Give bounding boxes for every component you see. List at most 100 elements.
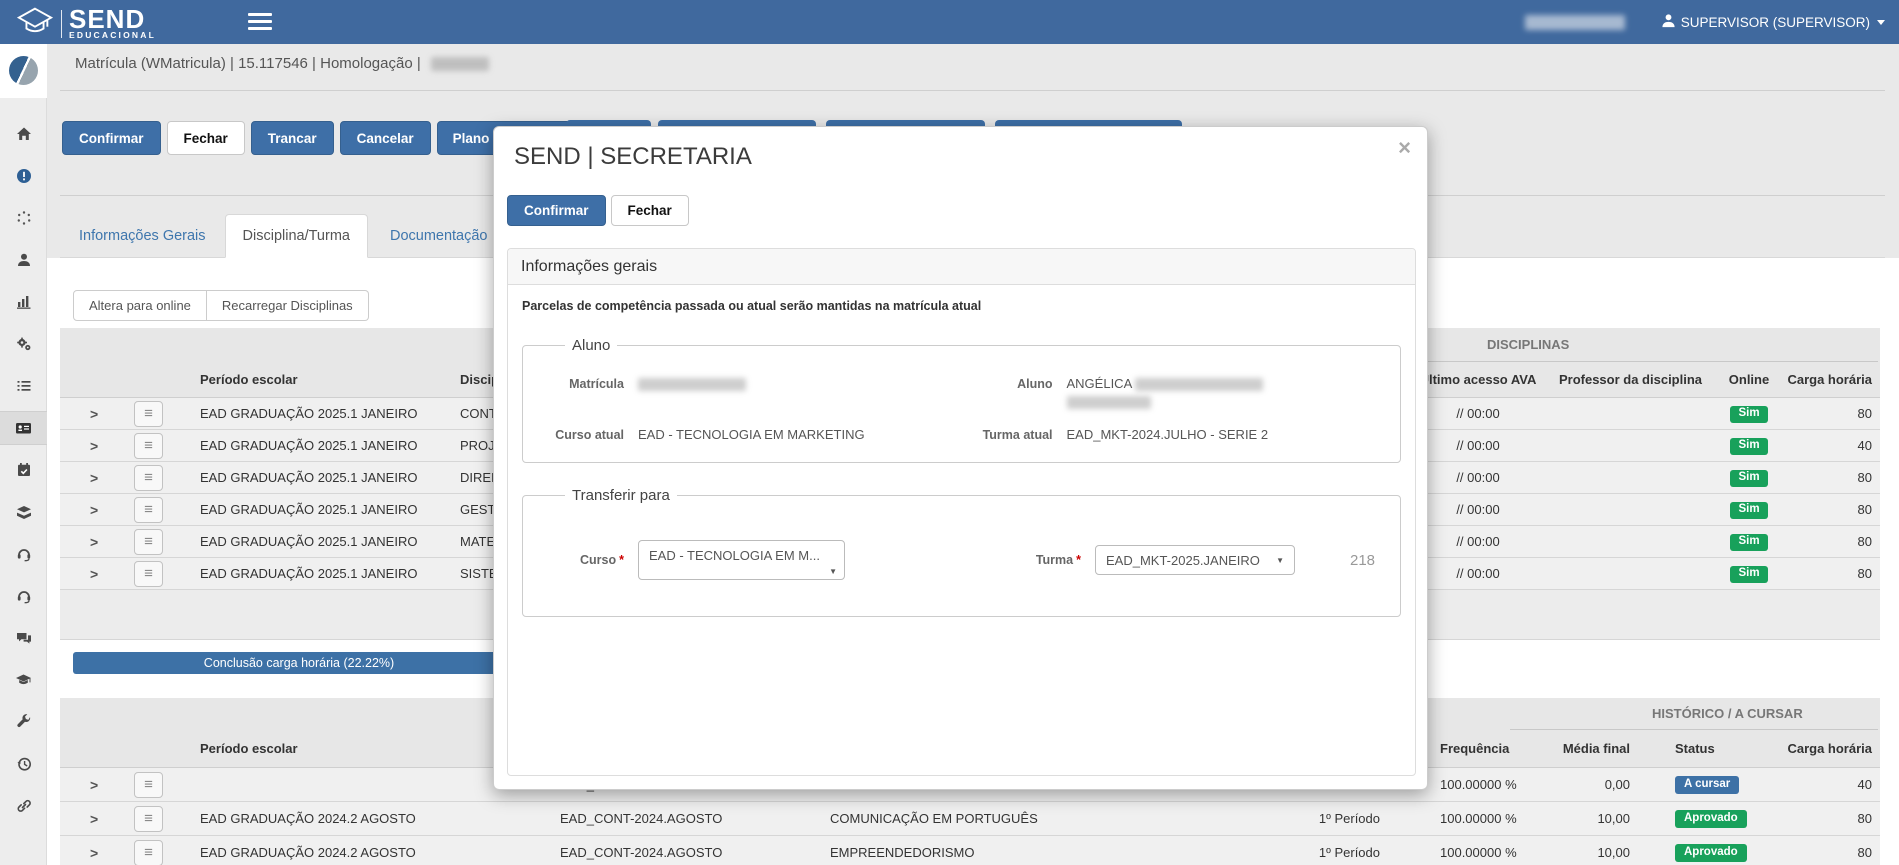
parcelas-message: Parcelas de competência passada ou atual… <box>522 299 1401 313</box>
sidebar-item-wrench[interactable] <box>0 705 47 739</box>
cell-frequencia: 100.00000 % <box>1380 845 1520 860</box>
online-badge: Sim <box>1730 566 1767 583</box>
divider <box>1428 361 1878 362</box>
online-badge: Sim <box>1730 438 1767 455</box>
confirmar-button[interactable]: Confirmar <box>62 121 161 155</box>
cell-periodo-escolar: EAD GRADUAÇÃO 2025.1 JANEIRO <box>200 470 460 485</box>
wrench-icon <box>16 714 32 730</box>
sidebar-item-headset[interactable] <box>0 537 47 571</box>
cell-media-final: 10,00 <box>1520 845 1630 860</box>
menu-hamburger-icon[interactable] <box>248 13 272 34</box>
home-icon <box>16 126 32 142</box>
aluno-fieldset: Aluno Matrícula Aluno ANGÉLICA <box>522 337 1401 463</box>
sidebar-item-calendar-check[interactable] <box>0 453 47 487</box>
sidebar-item-history[interactable] <box>0 747 47 781</box>
modal-title: SEND | SECRETARIA <box>514 143 752 171</box>
cell-turma: EAD_CONT-2024.AGOSTO <box>560 811 830 826</box>
sidebar-item-graduation-cap[interactable] <box>0 663 47 697</box>
app-logo-icon[interactable] <box>9 56 38 85</box>
cell-carga-horaria: 40 <box>1780 777 1880 792</box>
redacted-breadcrumb-text <box>431 57 489 71</box>
row-menu-button[interactable]: ≡ <box>134 401 163 427</box>
expand-chevron-icon[interactable]: > <box>60 502 120 518</box>
divider <box>60 90 1885 91</box>
cell-carga-horaria: 80 <box>1780 566 1880 581</box>
cell-periodo-escolar: EAD GRADUAÇÃO 2025.1 JANEIRO <box>200 502 460 517</box>
cell-periodo-escolar: EAD GRADUAÇÃO 2025.1 JANEIRO <box>200 534 460 549</box>
row-menu-button[interactable]: ≡ <box>134 529 163 555</box>
sidebar-item-alert[interactable] <box>0 159 47 193</box>
expand-chevron-icon[interactable]: > <box>60 811 120 827</box>
cell-carga-horaria: 80 <box>1780 502 1880 517</box>
cell-periodo-escolar: EAD GRADUAÇÃO 2024.2 AGOSTO <box>200 811 560 826</box>
online-badge: Sim <box>1730 470 1767 487</box>
cell-periodo-escolar: EAD GRADUAÇÃO 2025.1 JANEIRO <box>200 566 460 581</box>
turma-atual-label: Turma atual <box>962 427 1067 442</box>
history-icon <box>16 756 32 772</box>
recarregar-disciplinas-button[interactable]: Recarregar Disciplinas <box>207 290 369 321</box>
sidebar-item-home[interactable] <box>0 117 47 151</box>
sidebar-item-headset-alt[interactable] <box>0 579 47 613</box>
secretaria-modal: × SEND | SECRETARIA Confirmar Fechar Inf… <box>493 126 1428 790</box>
curso-select[interactable]: EAD - TECNOLOGIA EM M... ▼ <box>638 540 845 580</box>
row-menu-button[interactable]: ≡ <box>134 806 163 832</box>
altera-para-online-button[interactable]: Altera para online <box>73 290 207 321</box>
loading-icon <box>16 210 32 226</box>
cancelar-button[interactable]: Cancelar <box>340 121 431 155</box>
sidebar-item-comments[interactable] <box>0 621 47 655</box>
cell-ultimo-acesso: // 00:00 <box>1413 534 1543 549</box>
expand-chevron-icon[interactable]: > <box>60 777 120 793</box>
online-badge: Sim <box>1730 406 1767 423</box>
turma-select[interactable]: EAD_MKT-2025.JANEIRO ▼ <box>1095 545 1295 575</box>
fechar-button[interactable]: Fechar <box>167 121 245 155</box>
col-status: Status <box>1630 741 1780 756</box>
tab-documentacao[interactable]: Documentação <box>368 214 510 257</box>
expand-chevron-icon[interactable]: > <box>60 534 120 550</box>
aluno-value: ANGÉLICA <box>1067 376 1264 409</box>
expand-chevron-icon[interactable]: > <box>60 438 120 454</box>
sidebar-item-list[interactable] <box>0 369 47 403</box>
sidebar-item-user[interactable] <box>0 243 47 277</box>
progress-bar-label: Conclusão carga horária (22.22%) <box>204 656 394 670</box>
close-icon[interactable]: × <box>1398 137 1411 159</box>
status-badge: Aprovado <box>1675 810 1747 829</box>
cell-carga-horaria: 80 <box>1780 811 1880 826</box>
modal-fechar-button[interactable]: Fechar <box>611 195 689 226</box>
modal-confirmar-button[interactable]: Confirmar <box>507 195 606 226</box>
user-menu[interactable]: SUPERVISOR (SUPERVISOR) <box>1661 13 1885 31</box>
col-carga-horaria: Carga horária <box>1780 741 1880 756</box>
cell-carga-horaria: 80 <box>1780 534 1880 549</box>
tab-disciplina-turma[interactable]: Disciplina/Turma <box>225 214 368 258</box>
tab-informacoes-gerais[interactable]: Informações Gerais <box>60 214 225 257</box>
expand-chevron-icon[interactable]: > <box>60 470 120 486</box>
row-menu-button[interactable]: ≡ <box>134 497 163 523</box>
transfer-count: 218 <box>1350 552 1375 569</box>
col-periodo-escolar: Período escolar <box>200 372 460 387</box>
cell-media-final: 10,00 <box>1520 811 1630 826</box>
sidebar-item-bar-chart[interactable] <box>0 285 47 319</box>
row-menu-button[interactable]: ≡ <box>134 772 163 798</box>
sidebar-item-loading[interactable] <box>0 201 47 235</box>
curso-atual-value: EAD - TECNOLOGIA EM MARKETING <box>638 427 865 442</box>
trancar-button[interactable]: Trancar <box>251 121 334 155</box>
row-menu-button[interactable]: ≡ <box>134 840 163 865</box>
sidebar-item-link[interactable] <box>0 789 47 823</box>
required-mark: * <box>1076 553 1081 567</box>
cell-disciplina: EMPREENDEDORISMO <box>830 845 1230 860</box>
expand-chevron-icon[interactable]: > <box>60 406 120 422</box>
row-menu-button[interactable]: ≡ <box>134 561 163 587</box>
gears-icon <box>16 336 32 352</box>
sidebar-item-inbox[interactable] <box>0 495 47 529</box>
brand-logo[interactable]: SEND EDUCACIONAL <box>16 4 156 43</box>
redacted-navbar-text <box>1525 15 1625 30</box>
sidebar-item-gears[interactable] <box>0 327 47 361</box>
brand-title: SEND <box>69 8 156 30</box>
row-menu-button[interactable]: ≡ <box>134 433 163 459</box>
progress-bar: Conclusão carga horária (22.22%) <box>73 652 525 674</box>
divider <box>1510 729 1878 730</box>
status-badge: Aprovado <box>1675 844 1747 863</box>
expand-chevron-icon[interactable]: > <box>60 845 120 861</box>
expand-chevron-icon[interactable]: > <box>60 566 120 582</box>
row-menu-button[interactable]: ≡ <box>134 465 163 491</box>
sidebar-item-id-card[interactable] <box>0 411 47 445</box>
